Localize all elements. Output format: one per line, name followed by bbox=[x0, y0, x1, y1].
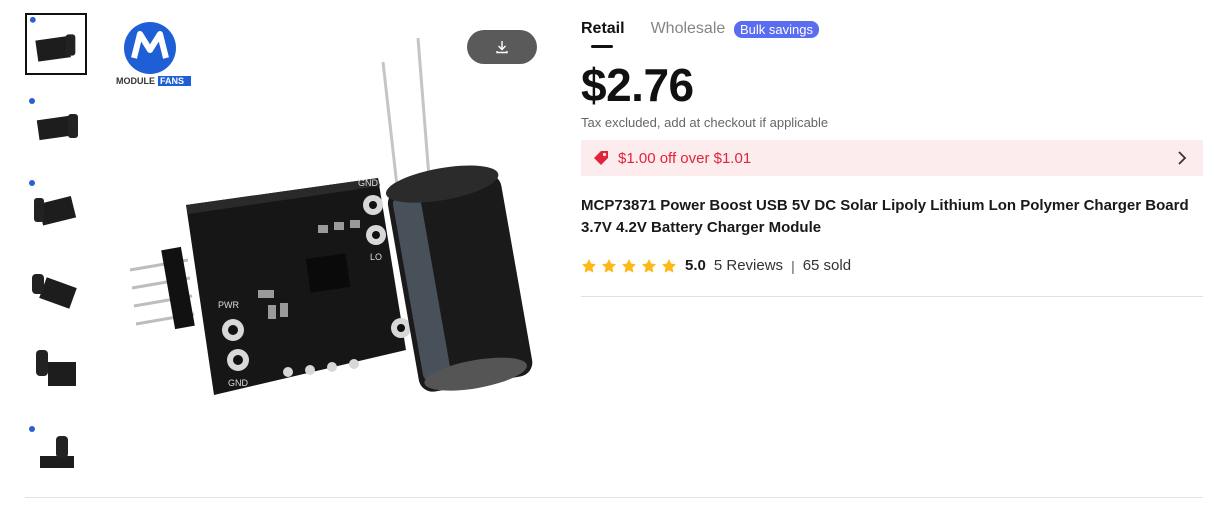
product-title: MCP73871 Power Boost USB 5V DC Solar Lip… bbox=[581, 197, 1189, 236]
main-product-image[interactable]: MODULE FANS PWR GND GND LO bbox=[108, 10, 548, 430]
divider bbox=[581, 296, 1203, 297]
thumbnail-image bbox=[29, 180, 77, 226]
star-icon bbox=[622, 258, 636, 273]
thumbnail-item[interactable] bbox=[25, 13, 87, 75]
price-tabs: Retail Wholesale bbox=[581, 20, 751, 48]
svg-text:GND: GND bbox=[358, 178, 379, 188]
tag-icon bbox=[594, 151, 608, 165]
download-button[interactable] bbox=[467, 30, 537, 64]
separator: | bbox=[791, 257, 795, 274]
thumbnail-image bbox=[29, 426, 74, 468]
thumbnail-item[interactable] bbox=[25, 95, 87, 157]
brand-logo: MODULE FANS bbox=[116, 22, 191, 86]
rating-value: 5.0 bbox=[685, 257, 706, 274]
tab-wholesale[interactable]: Wholesale bbox=[651, 20, 726, 38]
divider bbox=[25, 497, 1203, 498]
thumbnail-image bbox=[36, 350, 76, 386]
thumbnail-image bbox=[29, 16, 76, 62]
star-icon bbox=[662, 258, 676, 273]
tax-note: Tax excluded, add at checkout if applica… bbox=[581, 115, 829, 130]
reviews-link[interactable]: 5 Reviews bbox=[714, 257, 783, 274]
thumbnail-image bbox=[29, 98, 78, 141]
thumbnail-item[interactable] bbox=[25, 177, 87, 239]
thumbnail-item[interactable] bbox=[25, 341, 87, 403]
star-rating bbox=[581, 258, 681, 274]
product-photo: MODULE FANS PWR GND GND LO bbox=[116, 22, 533, 395]
svg-text:LO: LO bbox=[370, 252, 382, 262]
download-icon bbox=[496, 41, 508, 54]
tab-retail[interactable]: Retail bbox=[581, 20, 625, 48]
price: $2.76 bbox=[581, 59, 694, 111]
thumbnail-item[interactable] bbox=[25, 423, 87, 485]
thumbnail-item[interactable] bbox=[25, 259, 87, 321]
svg-text:FANS: FANS bbox=[160, 76, 184, 86]
chevron-right-icon bbox=[1178, 151, 1187, 165]
thumbnail-list bbox=[25, 13, 87, 505]
sold-count: 65 sold bbox=[802, 257, 852, 274]
star-icon bbox=[602, 258, 616, 273]
thumbnail-image bbox=[32, 274, 77, 309]
rating-row: 5.0 5 Reviews | 65 sold bbox=[581, 257, 851, 274]
coupon-banner[interactable]: $1.00 off over $1.01 bbox=[581, 140, 1203, 176]
svg-text:GND: GND bbox=[228, 378, 249, 388]
star-icon bbox=[582, 258, 596, 273]
coupon-text: $1.00 off over $1.01 bbox=[618, 149, 752, 167]
svg-text:MODULE: MODULE bbox=[116, 76, 155, 86]
star-icon bbox=[642, 258, 656, 273]
svg-text:PWR: PWR bbox=[218, 300, 239, 310]
bulk-savings-badge: Bulk savings bbox=[734, 21, 819, 38]
